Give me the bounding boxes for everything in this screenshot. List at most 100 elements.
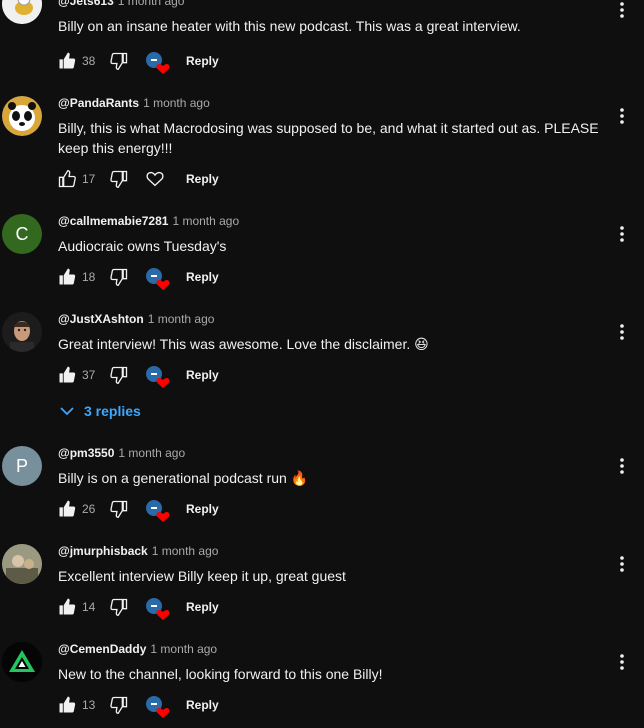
comment-author[interactable]: @PandaRants <box>58 96 139 110</box>
more-vert-icon <box>620 458 624 474</box>
more-vert-icon <box>620 324 624 340</box>
action-menu-button[interactable] <box>612 0 632 22</box>
like-count: 17 <box>82 172 96 186</box>
creator-heart[interactable] <box>144 693 170 718</box>
action-menu-button[interactable] <box>612 552 632 576</box>
like-button[interactable] <box>56 50 78 72</box>
comment-header: @pm3550 1 month ago <box>58 446 185 460</box>
avatar[interactable] <box>2 544 42 584</box>
comment-header: @JustXAshton 1 month ago <box>58 312 214 326</box>
reply-button[interactable]: Reply <box>180 498 225 520</box>
comment-time[interactable]: 1 month ago <box>172 214 239 228</box>
reply-button[interactable]: Reply <box>180 266 225 288</box>
comment-actions: 18 Reply <box>56 265 225 290</box>
comment-time[interactable]: 1 month ago <box>152 544 219 558</box>
avatar-letter: C <box>15 223 29 244</box>
comment-author[interactable]: @jmurphisback <box>58 544 148 558</box>
creator-heart[interactable] <box>144 265 170 290</box>
comment-author[interactable]: @CemenDaddy <box>58 642 146 656</box>
like-count: 37 <box>82 368 96 382</box>
reply-button[interactable]: Reply <box>180 364 225 386</box>
creator-heart[interactable] <box>144 49 170 74</box>
thumbs-down-icon <box>110 366 128 385</box>
dislike-button[interactable] <box>108 498 130 520</box>
reply-button[interactable]: Reply <box>180 50 225 72</box>
creator-heart-icon <box>146 598 170 620</box>
avatar[interactable]: P <box>2 446 42 486</box>
thumbs-down-icon <box>110 52 128 71</box>
thumbs-up-filled-icon <box>59 598 76 615</box>
thumbs-up-icon <box>58 169 76 188</box>
thumbs-up-filled-icon <box>59 268 76 285</box>
thumbs-down-icon <box>110 696 128 715</box>
comment-time[interactable]: 1 month ago <box>148 312 215 326</box>
reply-button[interactable]: Reply <box>180 168 225 190</box>
heart-button[interactable] <box>144 167 168 191</box>
comment-time[interactable]: 1 month ago <box>118 0 185 8</box>
like-button[interactable] <box>56 364 78 386</box>
dislike-button[interactable] <box>108 694 130 716</box>
dislike-button[interactable] <box>108 266 130 288</box>
comment-time[interactable]: 1 month ago <box>143 96 210 110</box>
reply-button[interactable]: Reply <box>180 596 225 618</box>
avatar-letter: P <box>15 455 28 476</box>
action-menu-button[interactable] <box>612 320 632 344</box>
dislike-button[interactable] <box>108 168 130 190</box>
like-button[interactable] <box>56 596 78 618</box>
dislike-button[interactable] <box>108 364 130 386</box>
action-menu-button[interactable] <box>612 104 632 128</box>
creator-heart[interactable] <box>144 497 170 522</box>
comment-text: New to the channel, looking forward to t… <box>58 666 383 682</box>
comment-author[interactable]: @Jets613 <box>58 0 114 8</box>
comment-author[interactable]: @JustXAshton <box>58 312 144 326</box>
chevron-down-icon <box>60 407 74 416</box>
like-count: 13 <box>82 698 96 712</box>
view-replies-button[interactable]: 3 replies <box>60 401 141 421</box>
comment-actions: 26 Reply <box>56 497 225 522</box>
creator-heart-icon <box>146 366 170 388</box>
dislike-button[interactable] <box>108 596 130 618</box>
dislike-button[interactable] <box>108 50 130 72</box>
creator-heart-icon <box>146 500 170 522</box>
replies-count-label: 3 replies <box>84 403 141 419</box>
like-button[interactable] <box>56 694 78 716</box>
reply-button[interactable]: Reply <box>180 694 225 716</box>
more-vert-icon <box>620 654 624 670</box>
comment-header: @CemenDaddy 1 month ago <box>58 642 217 656</box>
action-menu-button[interactable] <box>612 454 632 478</box>
thumbs-up-filled-icon <box>59 500 76 517</box>
action-menu-button[interactable] <box>612 222 632 246</box>
avatar[interactable] <box>2 312 42 352</box>
avatar[interactable] <box>2 96 42 136</box>
avatar[interactable]: C <box>2 214 42 254</box>
avatar[interactable] <box>2 0 42 24</box>
comment-text: Audiocraic owns Tuesday's <box>58 238 227 254</box>
comment-header: @PandaRants 1 month ago <box>58 96 210 110</box>
more-vert-icon <box>620 2 624 18</box>
comment-header: @Jets613 1 month ago <box>58 0 184 8</box>
creator-heart-icon <box>146 52 170 74</box>
like-button[interactable] <box>56 266 78 288</box>
thumbs-down-icon <box>110 500 128 519</box>
thumbs-up-filled-icon <box>59 366 76 383</box>
creator-heart[interactable] <box>144 363 170 388</box>
avatar[interactable] <box>2 642 42 682</box>
like-count: 18 <box>82 270 96 284</box>
comment-author[interactable]: @pm3550 <box>58 446 114 460</box>
comment-author[interactable]: @callmemabie7281 <box>58 214 168 228</box>
more-vert-icon <box>620 108 624 124</box>
like-button[interactable] <box>56 498 78 520</box>
comment-time[interactable]: 1 month ago <box>150 642 217 656</box>
more-vert-icon <box>620 556 624 572</box>
thumbs-down-icon <box>110 268 128 287</box>
thumbs-up-filled-icon <box>59 52 76 69</box>
creator-heart[interactable] <box>144 595 170 620</box>
comment-time[interactable]: 1 month ago <box>118 446 185 460</box>
comment-text: Excellent interview Billy keep it up, gr… <box>58 568 346 584</box>
like-count: 38 <box>82 54 96 68</box>
like-count: 14 <box>82 600 96 614</box>
like-button[interactable] <box>56 168 78 190</box>
comment-actions: 13 Reply <box>56 693 225 718</box>
like-count: 26 <box>82 502 96 516</box>
action-menu-button[interactable] <box>612 650 632 674</box>
